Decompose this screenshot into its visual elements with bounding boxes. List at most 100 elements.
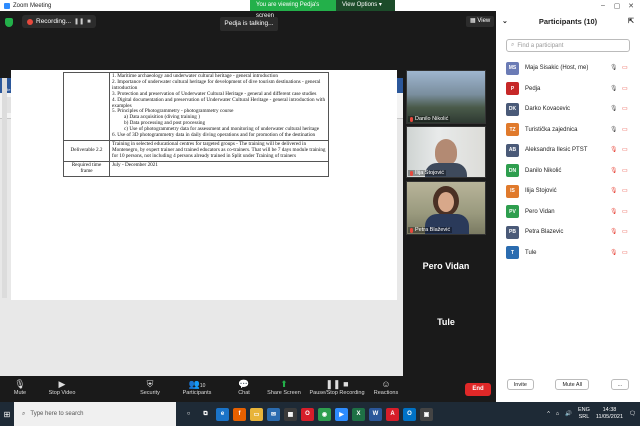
view-options-button[interactable]: View Options ▾	[336, 0, 395, 11]
muted-mic-icon[interactable]: 🎙	[610, 208, 618, 215]
muted-mic-icon[interactable]: 🎙	[610, 249, 618, 256]
participant-row[interactable]: TZ Turistička zajednica 🎙 ▭	[496, 120, 640, 141]
pdf-icon[interactable]: A	[386, 407, 399, 421]
firefox-icon[interactable]: f	[233, 407, 246, 421]
video-off-icon[interactable]: ▭	[622, 105, 628, 112]
video-off-icon[interactable]: ▭	[622, 249, 628, 256]
microphone-icon[interactable]: 🎙	[610, 85, 618, 92]
popout-icon[interactable]: ⇱	[628, 11, 634, 33]
muted-mic-icon	[410, 116, 413, 122]
volume-icon[interactable]: 🔊	[565, 411, 572, 417]
stop-icon[interactable]: ■	[87, 19, 91, 25]
task-view-icon[interactable]: ○	[182, 408, 195, 421]
maximize-icon[interactable]: ▢	[610, 0, 624, 11]
shield-icon: ⛨	[146, 379, 154, 389]
pause-stop-icon: ❚❚ ■	[325, 379, 349, 389]
participant-row[interactable]: IS Ilija Stojović 🎙 ▭	[496, 181, 640, 202]
video-off-icon[interactable]: ▭	[622, 228, 628, 235]
opera-icon[interactable]: O	[301, 407, 314, 421]
participant-row[interactable]: AB Aleksandra Ilesic PTST 🎙 ▭	[496, 140, 640, 161]
word-icon[interactable]: W	[369, 407, 382, 421]
windows-start-icon[interactable]: ⊞	[0, 402, 14, 426]
close-icon[interactable]: ✕	[624, 0, 638, 11]
participant-search-input[interactable]: ⌕ Find a participant	[506, 39, 630, 52]
security-button[interactable]: ⛨ Security	[130, 378, 170, 396]
invite-button[interactable]: Invite	[506, 379, 534, 390]
participant-row[interactable]: DN Danilo Nikolić 🎙 ▭	[496, 161, 640, 182]
taskbar-apps: ○ ⧉ e f ▭ ✉ ▦ O ◉ ▶ X W A O ▣	[182, 407, 433, 421]
app-icon[interactable]: ▣	[420, 407, 433, 421]
notifications-icon[interactable]: 🗨	[629, 411, 636, 417]
stop-video-button[interactable]: ▶ Stop Video	[42, 378, 82, 396]
minimize-icon[interactable]: –	[596, 0, 610, 11]
microphone-icon[interactable]: 🎙	[610, 64, 618, 71]
reactions-button[interactable]: ☺ Reactions	[366, 378, 406, 396]
share-screen-button[interactable]: ⬆ Share Screen	[264, 378, 304, 396]
security-shield-icon[interactable]	[5, 18, 13, 27]
video-tile-danilo[interactable]: Danilo Nikolić	[406, 70, 486, 124]
view-button[interactable]: ▦ View	[466, 16, 495, 27]
participant-tile[interactable]: Tule	[406, 296, 486, 348]
content-cell: 1. Maritime archaeology and underwater c…	[109, 72, 329, 141]
participant-row[interactable]: DK Darko Kovacevic 🎙 ▭	[496, 99, 640, 120]
participant-row[interactable]: PB Petra Blazevic 🎙 ▭	[496, 222, 640, 243]
muted-mic-icon[interactable]: 🎙	[610, 187, 618, 194]
tray-chevron-icon[interactable]: ^	[547, 411, 550, 417]
participants-button[interactable]: 👥10 Participants	[177, 378, 217, 396]
avatar: P	[506, 82, 519, 96]
participants-header: Participants (10) ⌄ ⇱	[496, 11, 640, 33]
pause-recording-button[interactable]: ❚❚ ■ Pause/Stop Recording	[305, 378, 369, 396]
video-off-icon[interactable]: ▭	[622, 85, 628, 92]
security-label: Security	[140, 390, 160, 396]
table-row: Required time frame July - December 2021	[63, 160, 329, 177]
participant-row[interactable]: MS Maja Sisakic (Host, me) 🎙 ▭	[496, 58, 640, 79]
window-title: Zoom Meeting	[13, 2, 52, 9]
view-options-label: View Options	[342, 2, 378, 8]
video-off-icon[interactable]: ▭	[622, 208, 628, 215]
video-off-icon[interactable]: ▭	[622, 187, 628, 194]
video-off-icon[interactable]: ▭	[622, 64, 628, 71]
video-tile-petra[interactable]: Petra Blažević	[406, 181, 486, 235]
participant-name: Aleksandra Ilesic PTST	[525, 147, 588, 154]
microphone-icon[interactable]: 🎙	[610, 126, 618, 133]
participant-row[interactable]: T Tule 🎙 ▭	[496, 243, 640, 264]
outlook-icon[interactable]: O	[403, 407, 416, 421]
video-off-icon[interactable]: ▭	[622, 167, 628, 174]
more-button[interactable]: ...	[610, 379, 630, 390]
taskbar-search-input[interactable]: ⌕ Type here to search	[14, 402, 176, 426]
mute-all-button[interactable]: Mute All	[555, 379, 590, 390]
muted-mic-icon	[410, 227, 413, 233]
chevron-down-icon[interactable]: ⌄	[502, 11, 508, 33]
participant-row[interactable]: PV Pero Vidan 🎙 ▭	[496, 202, 640, 223]
end-meeting-button[interactable]: End	[465, 383, 491, 396]
store-icon[interactable]: ▦	[284, 407, 297, 421]
pause-icon[interactable]: ❚❚	[74, 18, 84, 25]
excel-icon[interactable]: X	[352, 407, 365, 421]
microphone-icon[interactable]: 🎙	[610, 105, 618, 112]
recording-indicator[interactable]: Recording... ❚❚ ■	[22, 15, 96, 28]
participant-actions: Invite Mute All ...	[496, 379, 640, 390]
language-indicator[interactable]: ENG SRL	[578, 407, 590, 421]
share-label: Share Screen	[267, 390, 301, 396]
chat-button[interactable]: 💬 Chat	[224, 378, 264, 396]
share-screen-icon: ⬆	[280, 379, 288, 389]
video-off-icon[interactable]: ▭	[622, 146, 628, 153]
participant-name: Pero Vidan	[525, 208, 555, 215]
list-item: 2. Importance of underwater cultural her…	[112, 78, 321, 91]
participant-tile[interactable]: Pero Vidan	[406, 240, 486, 292]
edge-icon[interactable]: e	[216, 407, 229, 421]
chrome-icon[interactable]: ◉	[318, 407, 331, 421]
muted-mic-icon[interactable]: 🎙	[610, 228, 618, 235]
zoom-app-icon[interactable]: ▶	[335, 407, 348, 421]
video-off-icon[interactable]: ▭	[622, 126, 628, 133]
mute-button[interactable]: 🎙 Mute	[0, 378, 40, 396]
network-icon[interactable]: ⌂	[556, 411, 559, 417]
mail-icon[interactable]: ✉	[267, 407, 280, 421]
clock[interactable]: 14:38 11/05/2021	[596, 407, 623, 421]
participant-row[interactable]: P Pedja 🎙 ▭	[496, 79, 640, 100]
task-switch-icon[interactable]: ⧉	[199, 408, 212, 421]
file-explorer-icon[interactable]: ▭	[250, 407, 263, 421]
muted-mic-icon[interactable]: 🎙	[610, 167, 618, 174]
video-tile-ilija[interactable]: Ilija Stojović	[406, 126, 486, 178]
muted-mic-icon[interactable]: 🎙	[610, 146, 618, 153]
